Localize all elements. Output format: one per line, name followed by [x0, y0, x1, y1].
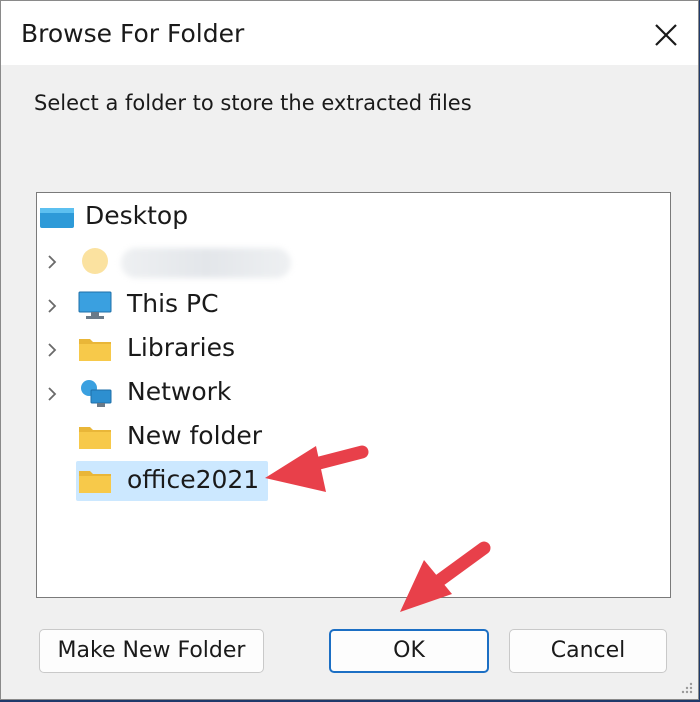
computer-icon — [78, 291, 112, 319]
tree-node-label: Libraries — [127, 333, 235, 362]
network-icon — [81, 380, 112, 407]
tree-node-label: New folder — [127, 421, 263, 450]
tree-node-this-pc[interactable]: This PC — [37, 287, 337, 325]
ok-button[interactable]: OK — [329, 629, 489, 673]
desktop-icon — [40, 208, 74, 228]
window-title: Browse For Folder — [21, 19, 245, 48]
chevron-right-icon — [48, 255, 57, 269]
close-icon — [655, 24, 677, 46]
tree-node-desktop[interactable]: Desktop — [37, 199, 337, 237]
cancel-button[interactable]: Cancel — [509, 629, 667, 673]
tree-node-label: This PC — [127, 289, 219, 318]
tree-node-office2021[interactable]: office2021 — [37, 463, 337, 501]
tree-node-new-folder[interactable]: New folder — [37, 419, 337, 457]
chevron-right-icon — [48, 343, 57, 357]
folder-icon — [79, 339, 111, 361]
instruction-text: Select a folder to store the extracted f… — [34, 91, 472, 115]
tree-node-libraries[interactable]: Libraries — [37, 331, 337, 369]
make-new-folder-button[interactable]: Make New Folder — [39, 629, 264, 673]
chevron-right-icon — [48, 299, 57, 313]
redacted-username — [121, 248, 291, 278]
resize-grip-icon[interactable] — [680, 681, 694, 695]
tree-node-label: Network — [127, 377, 232, 406]
tree-node-label: Desktop — [85, 201, 189, 230]
tree-node-network[interactable]: Network — [37, 375, 337, 413]
close-button[interactable] — [642, 13, 690, 57]
tree-node-label: office2021 — [127, 465, 260, 494]
chevron-right-icon — [48, 387, 57, 401]
user-folder-icon — [82, 248, 108, 274]
folder-icon — [79, 427, 111, 449]
folder-icon — [79, 471, 111, 493]
title-bar: Browse For Folder — [1, 1, 698, 65]
browse-for-folder-dialog: Browse For Folder Select a folder to sto… — [0, 0, 699, 700]
